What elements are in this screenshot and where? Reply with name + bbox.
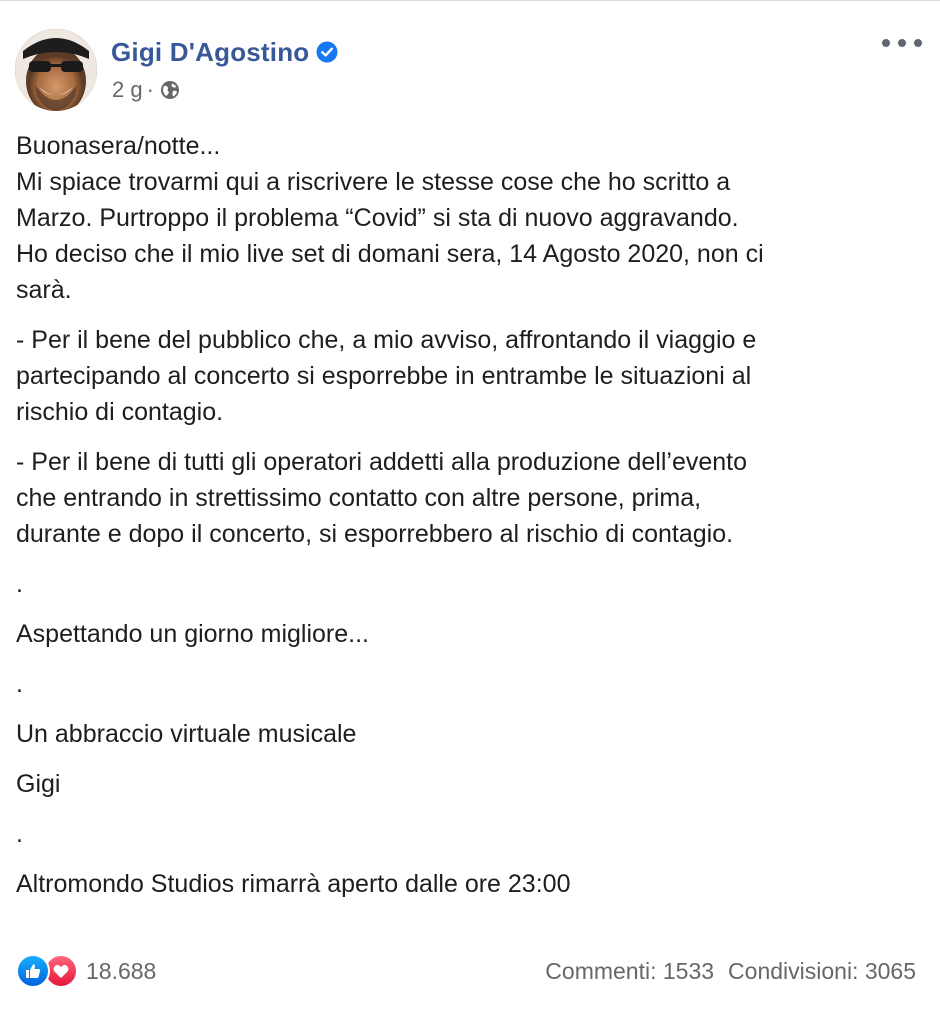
reactions-count: 18.688 (86, 957, 157, 984)
verified-badge-icon (316, 41, 338, 63)
post-timestamp[interactable]: 2 g (112, 77, 143, 103)
post-paragraph: - Per il bene del pubblico che, a mio av… (16, 322, 926, 430)
post-text-line: Marzo. Purtroppo il problema “Covid” si … (16, 204, 739, 232)
post-text-line: Aspettando un giorno migliore... (16, 620, 369, 648)
comments-count-link[interactable]: Commenti: 1533 (545, 958, 714, 985)
globe-icon[interactable] (160, 80, 180, 100)
post-text-line: sarà. (16, 276, 72, 304)
post-paragraph: . (16, 816, 926, 852)
post-paragraph: . (16, 566, 926, 602)
post-meta: 2 g · (112, 75, 180, 105)
meta-separator: · (146, 77, 154, 102)
author-row: Gigi D'Agostino (111, 35, 338, 69)
post-text-line: - Per il bene di tutti gli operatori add… (16, 448, 748, 476)
reactions-summary[interactable]: 18.688 (16, 954, 156, 988)
post-text-line: Un abbraccio virtuale musicale (16, 720, 357, 748)
post-stats: Commenti: 1533 Condivisioni: 3065 (545, 958, 916, 985)
post-text-line: partecipando al concerto si esporrebbe i… (16, 362, 752, 390)
author-avatar[interactable] (15, 29, 97, 111)
like-reaction-icon (16, 954, 50, 988)
more-dot (882, 39, 890, 47)
shares-count-link[interactable]: Condivisioni: 3065 (728, 958, 916, 985)
more-dot (914, 39, 922, 47)
post-paragraph: Buonasera/notte... Mi spiace trovarmi qui… (16, 128, 926, 308)
post-text-line: che entrando in strettissimo contatto co… (16, 484, 702, 512)
post-text-line: . (16, 670, 23, 698)
post-footer: 18.688 Commenti: 1533 Condivisioni: 3065 (16, 951, 916, 991)
post-paragraph: Aspettando un giorno migliore... (16, 616, 926, 652)
more-options-icon[interactable] (882, 31, 922, 55)
post-text-line: Mi spiace trovarmi qui a riscrivere le s… (16, 168, 731, 196)
post-text-line: durante e dopo il concerto, si esporrebb… (16, 520, 734, 548)
post-text-line: . (16, 820, 23, 848)
post-paragraph: Un abbraccio virtuale musicale (16, 716, 926, 752)
post-text-line: . (16, 570, 23, 598)
post-text-line: Ho deciso che il mio live set di domani … (16, 240, 764, 268)
post-text-line: Altromondo Studios rimarrà aperto dalle … (16, 870, 571, 898)
post-card: Gigi D'Agostino 2 g · Buonasera/notte...… (0, 0, 940, 1012)
post-text-line: - Per il bene del pubblico che, a mio av… (16, 326, 757, 354)
post-paragraph: Altromondo Studios rimarrà aperto dalle … (16, 866, 926, 902)
post-text-line: rischio di contagio. (16, 398, 224, 426)
author-name[interactable]: Gigi D'Agostino (111, 37, 309, 68)
post-paragraph: - Per il bene di tutti gli operatori add… (16, 444, 926, 552)
post-paragraph: . (16, 666, 926, 702)
post-paragraph: Gigi (16, 766, 926, 802)
post-text: Buonasera/notte... Mi spiace trovarmi qui… (16, 128, 926, 916)
post-text-line: Buonasera/notte... (16, 132, 221, 160)
more-dot (898, 39, 906, 47)
reaction-icons (16, 954, 78, 988)
post-text-line: Gigi (16, 770, 61, 798)
avatar-image (15, 29, 97, 111)
